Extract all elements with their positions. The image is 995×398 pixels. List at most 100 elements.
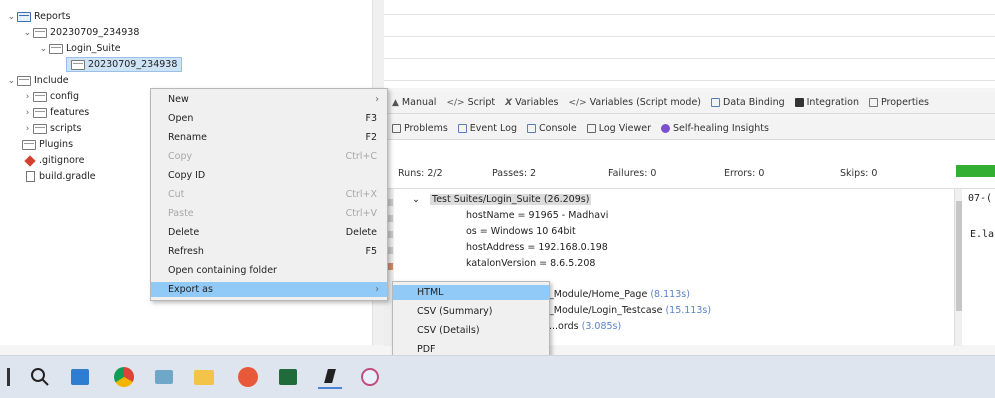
tab-properties[interactable]: Properties [868,97,929,108]
results-scrollbar[interactable] [954,189,962,346]
editor-tab-bar: ▲ Manual </> Script X Variables </> Vari… [384,92,995,114]
properties-icon [868,98,878,107]
menu-item-rename[interactable]: Rename F2 [151,130,387,145]
tab-data-binding[interactable]: Data Binding [711,97,785,108]
tree-item-login-suite[interactable]: ⌄ Login_Suite [38,41,121,56]
tree-item-config[interactable]: › config [22,89,79,104]
start-icon[interactable] [0,365,20,389]
folder-icon [33,91,47,102]
menu-item-shortcut: Delete [345,227,377,238]
tab-label: Manual [401,97,437,108]
menu-item-open-containing-folder[interactable]: Open containing folder [151,263,387,278]
tree-item-features[interactable]: › features [22,105,90,120]
collapse-chevron-icon[interactable]: › [22,108,33,118]
runs-count: Runs: 2/2 [398,168,443,179]
tree-item-label: Reports [34,11,71,22]
expand-chevron-icon[interactable]: ⌄ [38,44,49,54]
tree-item-scripts[interactable]: › scripts [22,121,82,136]
test-case-node[interactable]: _Module/Login_Testcase (15.113s) [549,305,711,316]
menu-item-copy-id[interactable]: Copy ID [151,168,387,183]
tab-variables[interactable]: X Variables [505,97,558,108]
tab-log-viewer[interactable]: Log Viewer [586,123,651,134]
tab-variables-script-mode[interactable]: </> Variables (Script mode) [569,97,702,108]
menu-item-open[interactable]: Open F3 [151,111,387,126]
menu-item-label: Delete [168,227,200,238]
tab-label: Event Log [469,123,517,134]
tree-item-include[interactable]: ⌄ Include [6,73,69,88]
file-icon [26,171,35,182]
data-binding-icon [711,98,721,107]
log-line: hostAddress = 192.168.0.198 [466,242,608,253]
menu-item-export-csv-details[interactable]: CSV (Details) [393,323,549,338]
menu-item-cut[interactable]: Cut Ctrl+X [151,187,387,202]
test-case-node[interactable]: _Module/Home_Page (8.113s) [549,289,690,300]
tree-item-gitignore[interactable]: .gitignore [24,153,84,168]
test-case-duration: (8.113s) [650,289,690,300]
menu-item-label: CSV (Details) [417,325,480,336]
collapse-chevron-icon[interactable]: ⌄ [412,194,420,205]
test-case-name: _Module/Home_Page [549,289,648,300]
self-healing-icon [661,124,671,133]
menu-item-label: New [168,94,189,105]
file-explorer-icon[interactable] [68,365,92,389]
firefox-icon[interactable] [236,365,260,389]
menu-item-delete[interactable]: Delete Delete [151,225,387,240]
chrome-icon[interactable] [112,365,136,389]
menu-item-export-as[interactable]: Export as › [151,282,387,297]
scrollbar-thumb[interactable] [956,201,962,311]
tree-item-plugins[interactable]: Plugins [22,137,73,152]
folder-icon[interactable] [192,365,216,389]
tree-item-label: 20230709_234938 [50,27,140,38]
menu-item-label: CSV (Summary) [417,306,493,317]
menu-item-shortcut: F2 [365,132,377,143]
menu-item-label: HTML [417,287,444,298]
expand-chevron-icon[interactable]: ⌄ [22,28,33,38]
errors-count: Errors: 0 [724,168,765,179]
search-icon[interactable] [28,365,52,389]
tree-item-label: build.gradle [39,171,96,182]
editor-grid-line [384,36,995,37]
photos-icon[interactable] [276,365,300,389]
variables-script-icon: </> [568,98,587,108]
katalon-icon[interactable] [318,365,342,389]
terminal-icon[interactable] [152,365,176,389]
test-case-duration: (3.085s) [581,321,622,332]
tree-item-build-gradle[interactable]: build.gradle [26,169,96,184]
tree-item-label: 20230709_234938 [88,59,178,70]
tab-self-healing-insights[interactable]: Self-healing Insights [661,123,769,134]
tree-item-reports[interactable]: ⌄ Reports [6,9,71,24]
tree-item-label: Plugins [39,139,74,150]
collapse-chevron-icon[interactable]: › [22,124,33,134]
menu-item-export-csv-summary[interactable]: CSV (Summary) [393,304,549,319]
menu-item-paste[interactable]: Paste Ctrl+V [151,206,387,221]
menu-item-copy[interactable]: Copy Ctrl+C [151,149,387,164]
test-run-summary: Runs: 2/2 Passes: 2 Failures: 0 Errors: … [384,140,995,188]
tab-label: Variables [515,97,559,108]
expand-chevron-icon[interactable]: ⌄ [6,12,17,22]
tab-script[interactable]: </> Script [446,97,495,108]
tab-label: Data Binding [723,97,785,108]
expand-chevron-icon[interactable]: ⌄ [6,76,17,86]
menu-item-shortcut: Ctrl+C [345,151,378,162]
menu-item-export-html[interactable]: HTML [393,285,549,300]
tab-event-log[interactable]: Event Log [457,123,517,134]
paint-icon[interactable] [358,365,382,389]
tab-problems[interactable]: Problems [392,123,448,134]
suite-node[interactable]: Test Suites/Login_Suite (26.209s) [430,194,592,205]
menu-item-new[interactable]: New › [151,92,387,107]
folder-icon [17,75,31,86]
suite-duration: (26.209s) [543,194,590,205]
folder-icon [33,27,47,38]
tab-label: Self-healing Insights [673,123,769,134]
tree-item-label: config [50,91,80,102]
tab-integration[interactable]: Integration [794,97,859,108]
tab-manual[interactable]: ▲ Manual [392,97,436,108]
menu-item-refresh[interactable]: Refresh F5 [151,244,387,259]
collapse-chevron-icon[interactable]: › [22,92,33,102]
tree-item-report-run[interactable]: ⌄ 20230709_234938 [22,25,140,40]
git-icon [24,154,36,167]
tree-item-report-selected[interactable]: 20230709_234938 [66,57,183,72]
detail-text: E.lap [970,229,995,240]
test-case-node[interactable]: ...ords (3.085s) [549,321,621,332]
tab-console[interactable]: Console [527,123,577,134]
